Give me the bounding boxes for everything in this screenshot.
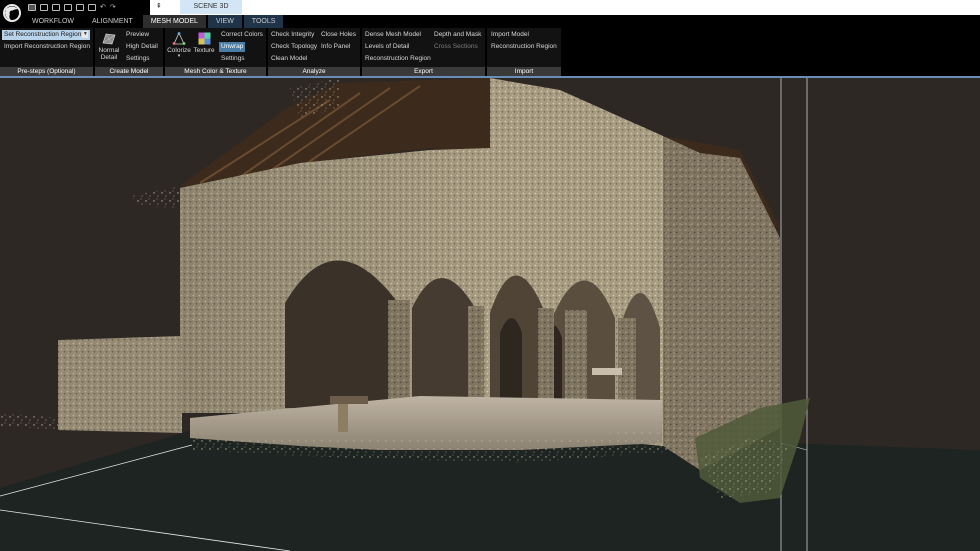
- info-panel-button[interactable]: Info Panel: [321, 42, 350, 52]
- tab-view[interactable]: VIEW: [207, 15, 242, 28]
- ribbon-tab-row: WORKFLOW ALIGNMENT MESH MODEL VIEW TOOLS: [24, 15, 980, 28]
- normal-detail-button[interactable]: Normal Detail: [96, 33, 122, 61]
- scene-3d-tab[interactable]: SCENE 3D: [180, 0, 242, 14]
- group-import: Import Model Reconstruction Region Impor…: [487, 28, 561, 77]
- import-reconstruction-region-button-2[interactable]: Reconstruction Region: [491, 42, 557, 52]
- import-model-button[interactable]: Import Model: [491, 30, 529, 40]
- scene-render: [0, 78, 980, 551]
- import-reconstruction-region-button[interactable]: Import Reconstruction Region: [4, 42, 90, 52]
- ribbon: Set Reconstruction Region ▼ Import Recons…: [0, 28, 980, 77]
- undo-icon[interactable]: ↶: [100, 4, 106, 11]
- export-reconstruction-region-button[interactable]: Reconstruction Region: [365, 54, 431, 64]
- group-presteps: Set Reconstruction Region ▼ Import Recons…: [0, 28, 93, 77]
- tab-alignment[interactable]: ALIGNMENT: [84, 15, 141, 28]
- group-analyze: Check Integrity Check Topology Clean Mod…: [268, 28, 360, 77]
- group-export: Dense Mesh Model Levels of Detail Recons…: [362, 28, 485, 77]
- dropdown-arrow-icon[interactable]: ▼: [82, 30, 89, 38]
- group-mesh-color-texture: Colorize ▾ Texture Correct Colors Unwrap…: [165, 28, 266, 77]
- check-integrity-button[interactable]: Check Integrity: [271, 30, 314, 40]
- high-detail-button[interactable]: High Detail: [126, 42, 158, 52]
- altar-top: [330, 396, 368, 404]
- tab-workflow[interactable]: WORKFLOW: [24, 15, 82, 28]
- clean-model-button[interactable]: Clean Model: [271, 54, 308, 64]
- side-table: [592, 368, 622, 375]
- app-logo-icon: [3, 4, 21, 22]
- tab-tools[interactable]: TOOLS: [243, 15, 284, 28]
- create-settings-button[interactable]: Settings: [126, 54, 150, 64]
- 3d-viewport[interactable]: [0, 78, 980, 551]
- layout-split-icon[interactable]: [40, 4, 48, 11]
- colorize-dropdown-icon[interactable]: ▾: [166, 54, 192, 59]
- redo-icon[interactable]: ↷: [110, 4, 116, 11]
- preview-button[interactable]: Preview: [126, 30, 149, 40]
- set-region-label: Set Reconstruction Region: [4, 31, 82, 38]
- texture-icon: [198, 32, 210, 45]
- arch-opening-2: [412, 278, 475, 408]
- group-create-model: Normal Detail Preview High Detail Settin…: [95, 28, 163, 77]
- roof-scatter: [130, 186, 182, 208]
- pin-icon: ⇞: [156, 3, 162, 10]
- export-cross-sections-button[interactable]: Cross Sections: [434, 42, 478, 52]
- texture-button[interactable]: Texture: [192, 32, 216, 54]
- normal-detail-label: Normal Detail: [98, 47, 120, 61]
- texture-label: Texture: [193, 47, 215, 54]
- app-logo[interactable]: [0, 0, 24, 28]
- check-topology-button[interactable]: Check Topology: [271, 42, 317, 52]
- altar-leg: [338, 404, 348, 432]
- colorize-button[interactable]: Colorize ▾: [166, 32, 192, 59]
- layout-list-icon[interactable]: [64, 4, 72, 11]
- mesh-detail-icon: [102, 33, 116, 45]
- scatter-left: [0, 413, 58, 430]
- layout-grid-icon[interactable]: [76, 4, 84, 11]
- layout-quad-icon[interactable]: [88, 4, 96, 11]
- colorize-icon: [172, 32, 186, 45]
- close-holes-button[interactable]: Close Holes: [321, 30, 356, 40]
- inner-arch-1: [500, 318, 522, 408]
- set-reconstruction-region-button[interactable]: Set Reconstruction Region ▼: [2, 30, 91, 40]
- quick-access-toolbar: ↶ ↷: [24, 0, 150, 15]
- texture-settings-button[interactable]: Settings: [221, 54, 245, 64]
- export-dense-mesh-button[interactable]: Dense Mesh Model: [365, 30, 421, 40]
- unwrap-button[interactable]: Unwrap: [219, 42, 246, 52]
- tab-mesh-model[interactable]: MESH MODEL: [142, 15, 206, 28]
- low-wall: [58, 336, 182, 433]
- export-depth-and-mask-button[interactable]: Depth and Mask: [434, 30, 481, 40]
- layout-triple-icon[interactable]: [52, 4, 60, 11]
- layout-single-icon[interactable]: [28, 4, 36, 11]
- export-levels-of-detail-button[interactable]: Levels of Detail: [365, 42, 409, 52]
- correct-colors-button[interactable]: Correct Colors: [221, 30, 263, 40]
